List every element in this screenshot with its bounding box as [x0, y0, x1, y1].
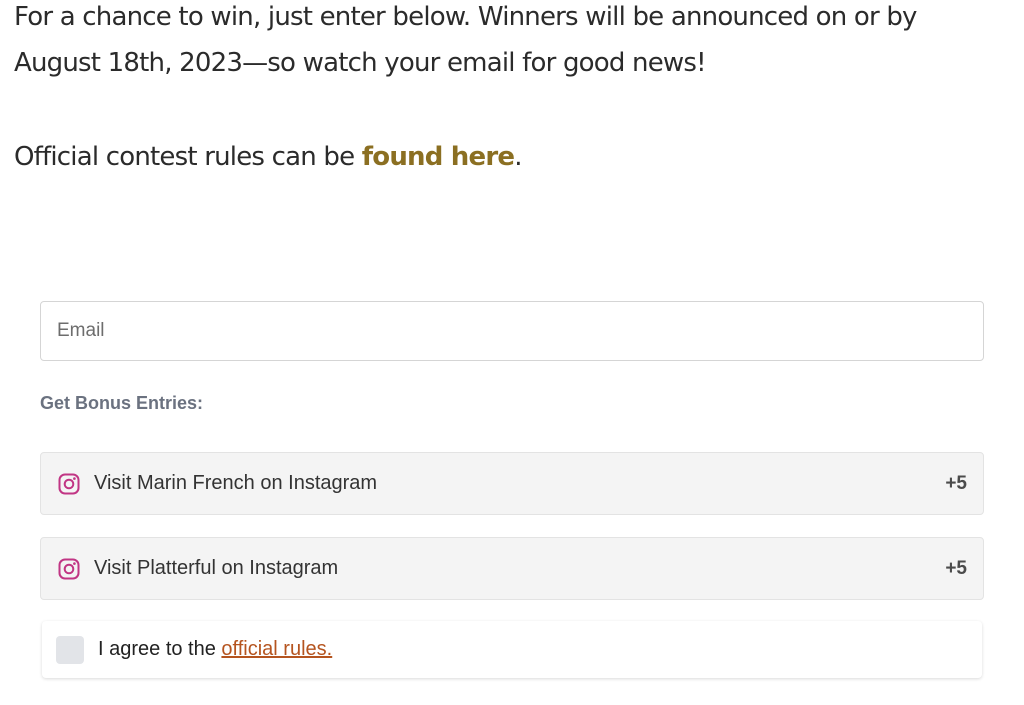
rules-prefix: Official contest rules can be	[14, 142, 362, 172]
entry-form: Get Bonus Entries: Visit Marin French on…	[40, 301, 984, 678]
rules-suffix: .	[514, 142, 522, 172]
instagram-icon	[57, 472, 81, 496]
bonus-entry-label: Visit Marin French on Instagram	[94, 472, 378, 494]
bonus-entry-points: +5	[945, 472, 967, 494]
agree-checkbox[interactable]	[56, 635, 84, 664]
rules-found-here-link[interactable]: found here	[362, 142, 515, 172]
email-input[interactable]	[40, 301, 984, 361]
agree-text: I agree to the official rules.	[98, 638, 332, 661]
official-rules-link[interactable]: official rules.	[221, 638, 332, 660]
bonus-entries-heading: Get Bonus Entries:	[40, 393, 204, 413]
bonus-entry-marin-french-instagram[interactable]: Visit Marin French on Instagram +5	[40, 452, 984, 515]
bonus-entry-label: Visit Platterful on Instagram	[94, 557, 339, 579]
bonus-entry-points: +5	[945, 557, 967, 579]
agree-prefix: I agree to the	[98, 638, 222, 660]
instagram-icon	[57, 557, 81, 581]
bonus-entry-platterful-instagram[interactable]: Visit Platterful on Instagram +5	[40, 537, 984, 600]
agree-rules-row: I agree to the official rules.	[42, 621, 982, 678]
intro-text: For a chance to win, just enter below. W…	[14, 2, 917, 78]
official-rules-line: Official contest rules can be found here…	[14, 134, 523, 180]
